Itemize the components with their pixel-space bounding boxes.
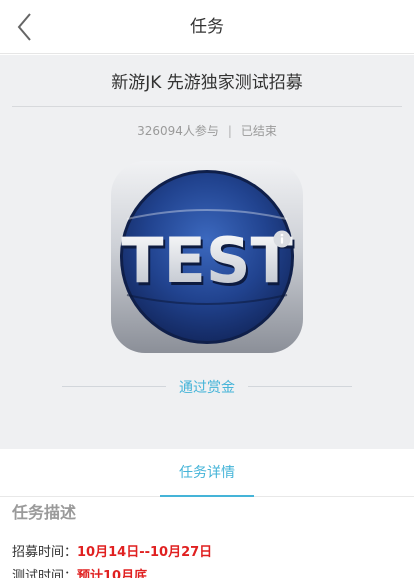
info-row-test-time: 测试时间：预计10月底	[12, 565, 147, 578]
task-status: 已结束	[240, 124, 277, 138]
info-row-recruit-time: 招募时间：10月14日--10月27日	[12, 541, 212, 560]
divider	[12, 106, 402, 107]
task-title: 新游JK 先游独家测试招募	[111, 73, 303, 93]
info-value: 预计10月底	[77, 569, 148, 578]
task-meta: 326094人参与 | 已结束	[0, 122, 414, 139]
tab-task-details[interactable]: 任务详情	[160, 449, 254, 497]
section-heading: 任务描述	[12, 503, 77, 522]
reward-label: 通过赏金	[179, 380, 235, 396]
meta-separator: |	[227, 124, 232, 138]
app-icon: TEST TEST	[111, 161, 303, 353]
test-logo-graphic: TEST TEST	[120, 170, 295, 344]
app-icon-text: TEST	[121, 224, 293, 297]
top-navigation-bar: 任务	[0, 0, 414, 54]
info-label: 招募时间：	[12, 545, 78, 560]
info-icon[interactable]	[273, 230, 291, 248]
info-label: 测试时间：	[12, 569, 78, 578]
tab-bar: 任务详情	[0, 449, 414, 497]
participant-count: 326094人参与	[137, 124, 219, 138]
page-title: 任务	[190, 17, 224, 37]
divider	[248, 386, 352, 387]
task-hero-section: 新游JK 先游独家测试招募 326094人参与 | 已结束 TEST TEST …	[0, 55, 414, 449]
info-value: 10月14日--10月27日	[77, 545, 213, 560]
